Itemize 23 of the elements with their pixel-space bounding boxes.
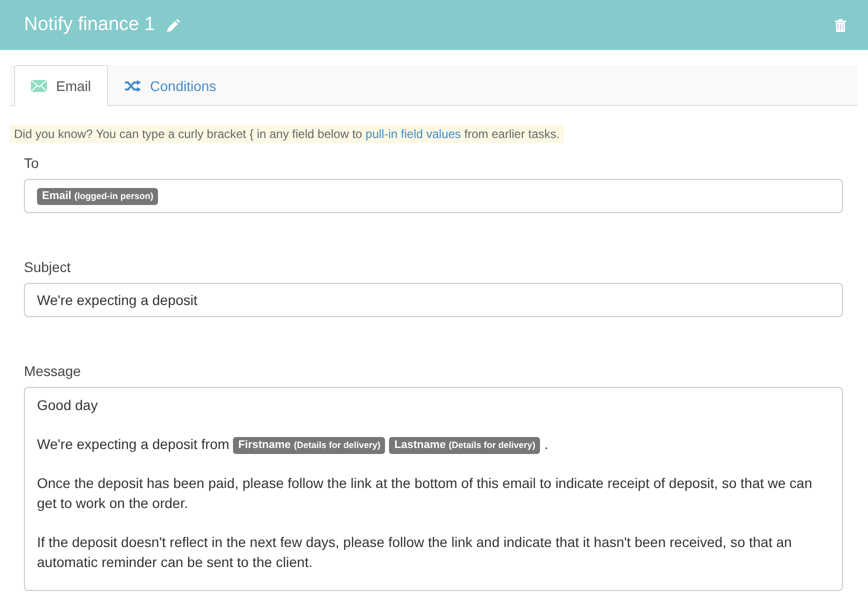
message-field[interactable] <box>24 387 843 591</box>
task-title: Notify finance 1 <box>24 14 155 36</box>
envelope-icon <box>31 80 47 92</box>
subject-field[interactable]: We're expecting a deposit <box>24 283 843 317</box>
message-text: Once the deposit has been paid, please follow the link at the bottom of this email to indicate receipt of deposit, so that we can get to work on the order. <box>37 475 812 511</box>
field-label: Subject <box>24 259 72 275</box>
pencil-icon[interactable] <box>166 18 180 32</box>
message-text: Good day <box>37 397 98 413</box>
field-label: Message <box>24 363 82 379</box>
tip-link[interactable]: pull-in field values <box>366 127 461 141</box>
message-text: If the deposit doesn't reflect in the next few days, please follow the link and indicate that it hasn't been received, so that an automatic reminder can be sent to the client. <box>37 534 792 570</box>
message-text: We're expecting a deposit from <box>37 436 230 452</box>
field-token[interactable]: Firstname (Details for delivery) <box>233 437 386 454</box>
field-token[interactable]: Email (logged-in person) <box>37 188 158 204</box>
trash-icon[interactable] <box>835 18 846 32</box>
shuffle-icon <box>125 80 142 92</box>
message-text: . <box>544 436 548 452</box>
field-label: To <box>24 155 40 171</box>
to-field[interactable]: Email (logged-in person) <box>24 179 843 213</box>
tip-text: Did you know? You can type a curly bracket { in any field below to pull-in field values from earlier tasks. <box>10 125 564 143</box>
tab[interactable]: Email <box>14 65 108 106</box>
tab[interactable]: Conditions <box>108 65 234 106</box>
field-token[interactable]: Lastname (Details for delivery) <box>389 437 540 454</box>
